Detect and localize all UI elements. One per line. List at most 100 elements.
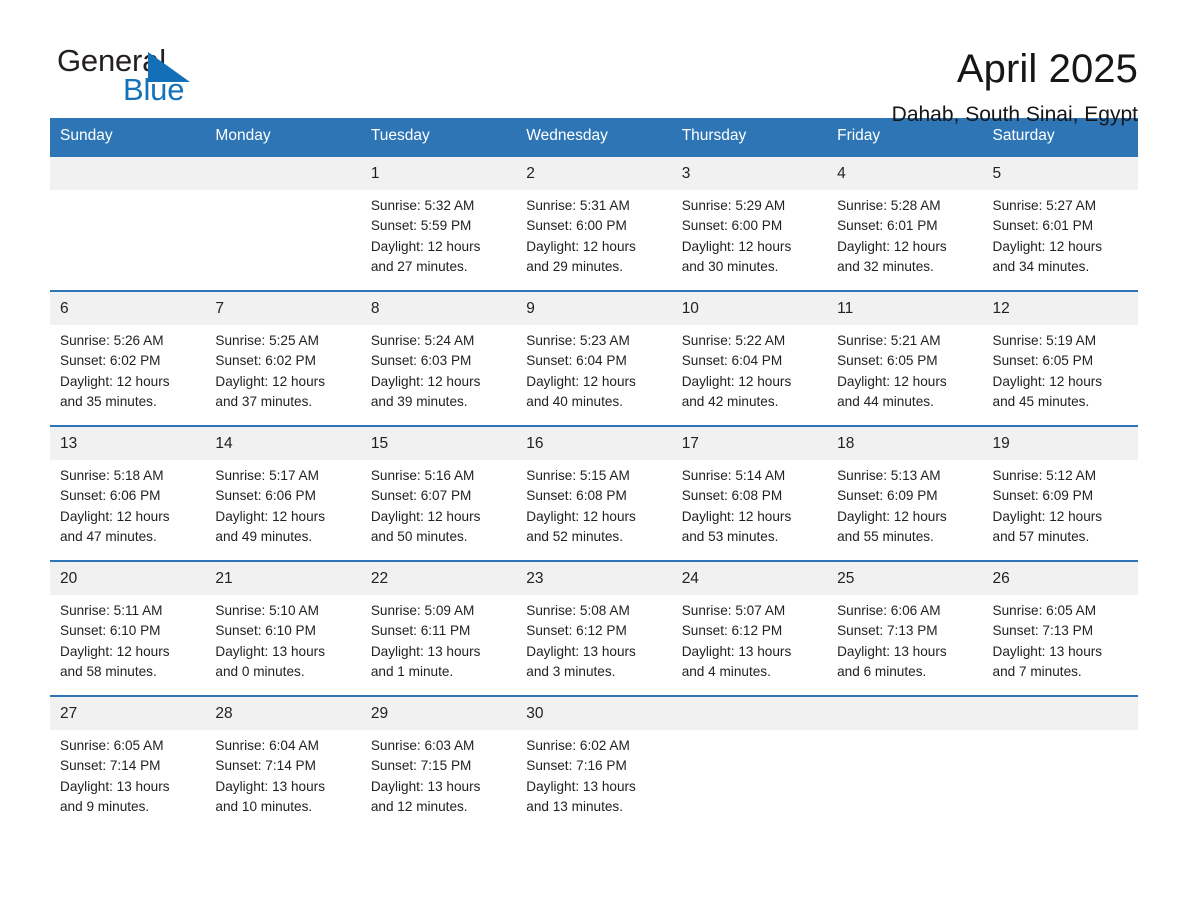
sunset-text: Sunset: 6:11 PM <box>370 623 471 639</box>
day-details: Sunrise: 5:32 AM Sunset: 5:59 PM Daylight:… <box>361 190 516 277</box>
day-cell[interactable]: 11 Sunrise: 5:21 AM Sunset: 6:05 PM Dayligh… <box>827 290 983 426</box>
sunrise-text: Sunrise: 5:29 AM <box>681 198 786 213</box>
daylight-text-line1: Daylight: 13 hours <box>526 643 636 659</box>
sunrise-text: Sunrise: 5:11 AM <box>60 603 163 618</box>
day-cell[interactable]: 3 Sunrise: 5:29 AM Sunset: 6:00 PM Daylight… <box>671 155 828 291</box>
day-cell[interactable]: 25 Sunrise: 6:06 AM Sunset: 7:13 PM Dayligh… <box>827 560 983 696</box>
sunset-text: Sunset: 5:59 PM <box>370 218 472 234</box>
sunrise-text: Sunrise: 5:23 AM <box>526 333 630 348</box>
daylight-text-line2: and 9 minutes. <box>60 798 150 814</box>
day-cell[interactable]: 2 Sunrise: 5:31 AM Sunset: 6:00 PM Daylight… <box>516 155 672 291</box>
day-number: 10 <box>671 292 828 325</box>
day-cell[interactable]: 9 Sunrise: 5:23 AM Sunset: 6:04 PM Daylight… <box>516 290 672 426</box>
day-cell[interactable]: 18 Sunrise: 5:13 AM Sunset: 6:09 PM Dayligh… <box>827 425 983 561</box>
day-cell[interactable]: 7 Sunrise: 5:25 AM Sunset: 6:02 PM Daylight… <box>205 290 361 426</box>
day-details: Sunrise: 5:08 AM Sunset: 6:12 PM Daylight:… <box>516 595 671 682</box>
sunset-text: Sunset: 6:04 PM <box>681 353 783 369</box>
day-details: Sunrise: 6:03 AM Sunset: 7:15 PM Daylight:… <box>361 730 516 817</box>
day-details: Sunrise: 5:13 AM Sunset: 6:09 PM Daylight:… <box>827 460 982 547</box>
day-cell-empty <box>50 155 206 291</box>
day-cell-empty <box>827 695 983 831</box>
daylight-text-line1: Daylight: 12 hours <box>370 373 481 389</box>
weekday-header-thursday: Thursday <box>671 118 828 156</box>
day-cell[interactable]: 29 Sunrise: 6:03 AM Sunset: 7:15 PM Dayligh… <box>360 695 517 831</box>
logo-text-blue: Blue <box>123 72 185 107</box>
daylight-text-line2: and 0 minutes. <box>215 663 305 679</box>
day-number: 22 <box>360 562 517 595</box>
day-cell[interactable]: 30 Sunrise: 6:02 AM Sunset: 7:16 PM Dayligh… <box>516 695 672 831</box>
day-details: Sunrise: 5:26 AM Sunset: 6:02 PM Daylight:… <box>50 325 205 412</box>
day-number: 14 <box>205 427 361 460</box>
day-number <box>982 697 1138 730</box>
day-number: 7 <box>205 292 361 325</box>
day-details: Sunrise: 5:29 AM Sunset: 6:00 PM Daylight:… <box>672 190 827 277</box>
day-cell[interactable]: 15 Sunrise: 5:16 AM Sunset: 6:07 PM Dayligh… <box>360 425 517 561</box>
day-cell[interactable]: 23 Sunrise: 5:08 AM Sunset: 6:12 PM Dayligh… <box>516 560 672 696</box>
day-number: 17 <box>671 427 828 460</box>
sunrise-text: Sunrise: 6:05 AM <box>60 738 164 753</box>
sunset-text: Sunset: 7:13 PM <box>992 623 1094 639</box>
day-cell[interactable]: 20 Sunrise: 5:11 AM Sunset: 6:10 PM Dayligh… <box>50 560 206 696</box>
day-cell[interactable]: 27 Sunrise: 6:05 AM Sunset: 7:14 PM Dayligh… <box>50 695 206 831</box>
daylight-text-line1: Daylight: 12 hours <box>215 508 325 524</box>
day-number: 2 <box>516 157 672 190</box>
day-cell[interactable]: 19 Sunrise: 5:12 AM Sunset: 6:09 PM Dayligh… <box>982 425 1138 561</box>
sunrise-text: Sunrise: 5:09 AM <box>370 603 475 618</box>
daylight-text-line2: and 44 minutes. <box>837 393 934 409</box>
sunrise-text: Sunrise: 5:16 AM <box>370 468 475 483</box>
day-cell-empty <box>205 155 361 291</box>
day-cell[interactable]: 28 Sunrise: 6:04 AM Sunset: 7:14 PM Dayligh… <box>205 695 361 831</box>
day-cell[interactable]: 17 Sunrise: 5:14 AM Sunset: 6:08 PM Dayligh… <box>671 425 828 561</box>
sunset-text: Sunset: 6:00 PM <box>526 218 627 234</box>
sunrise-text: Sunrise: 6:06 AM <box>837 603 941 618</box>
day-details: Sunrise: 5:09 AM Sunset: 6:11 PM Daylight:… <box>361 595 516 682</box>
day-number: 18 <box>827 427 983 460</box>
day-number: 4 <box>827 157 983 190</box>
sunset-text: Sunset: 6:01 PM <box>992 218 1094 234</box>
day-cell[interactable]: 1 Sunrise: 5:32 AM Sunset: 5:59 PM Daylight… <box>360 155 517 291</box>
daylight-text-line1: Daylight: 13 hours <box>681 643 792 659</box>
day-number: 6 <box>50 292 206 325</box>
day-cell[interactable]: 4 Sunrise: 5:28 AM Sunset: 6:01 PM Daylight… <box>827 155 983 291</box>
sunrise-text: Sunrise: 5:25 AM <box>215 333 319 348</box>
sunset-text: Sunset: 6:03 PM <box>370 353 472 369</box>
day-number <box>671 697 828 730</box>
day-cell[interactable]: 5 Sunrise: 5:27 AM Sunset: 6:01 PM Daylight… <box>982 155 1138 291</box>
daylight-text-line1: Daylight: 13 hours <box>215 778 325 794</box>
day-number <box>827 697 983 730</box>
day-cell[interactable]: 6 Sunrise: 5:26 AM Sunset: 6:02 PM Daylight… <box>50 290 206 426</box>
day-number: 12 <box>982 292 1138 325</box>
daylight-text-line1: Daylight: 13 hours <box>370 643 481 659</box>
day-cell[interactable]: 24 Sunrise: 5:07 AM Sunset: 6:12 PM Dayligh… <box>671 560 828 696</box>
day-number: 8 <box>360 292 517 325</box>
sunset-text: Sunset: 6:08 PM <box>681 488 783 504</box>
day-number: 30 <box>516 697 672 730</box>
sunset-text: Sunset: 6:08 PM <box>526 488 627 504</box>
day-cell[interactable]: 14 Sunrise: 5:17 AM Sunset: 6:06 PM Dayligh… <box>205 425 361 561</box>
day-details: Sunrise: 5:10 AM Sunset: 6:10 PM Daylight:… <box>205 595 360 682</box>
daylight-text-line1: Daylight: 12 hours <box>992 238 1103 254</box>
daylight-text-line1: Daylight: 12 hours <box>215 373 325 389</box>
day-cell-empty <box>671 695 828 831</box>
calendar-week-row: 6 Sunrise: 5:26 AM Sunset: 6:02 PM Daylight… <box>50 290 1138 426</box>
daylight-text-line1: Daylight: 12 hours <box>681 238 792 254</box>
day-cell[interactable]: 22 Sunrise: 5:09 AM Sunset: 6:11 PM Dayligh… <box>360 560 517 696</box>
day-cell[interactable]: 10 Sunrise: 5:22 AM Sunset: 6:04 PM Dayligh… <box>671 290 828 426</box>
day-cell[interactable]: 26 Sunrise: 6:05 AM Sunset: 7:13 PM Dayligh… <box>982 560 1138 696</box>
day-cell[interactable]: 13 Sunrise: 5:18 AM Sunset: 6:06 PM Dayligh… <box>50 425 206 561</box>
daylight-text-line2: and 6 minutes. <box>837 663 927 679</box>
day-number: 23 <box>516 562 672 595</box>
sunset-text: Sunset: 7:16 PM <box>526 758 627 774</box>
day-cell[interactable]: 16 Sunrise: 5:15 AM Sunset: 6:08 PM Dayligh… <box>516 425 672 561</box>
weekday-header-sunday: Sunday <box>50 118 206 156</box>
general-blue-logo[interactable]: General Blue <box>50 42 250 114</box>
day-cell[interactable]: 12 Sunrise: 5:19 AM Sunset: 6:05 PM Dayligh… <box>982 290 1138 426</box>
day-cell[interactable]: 21 Sunrise: 5:10 AM Sunset: 6:10 PM Dayligh… <box>205 560 361 696</box>
sunset-text: Sunset: 6:07 PM <box>370 488 472 504</box>
daylight-text-line2: and 1 minute. <box>370 663 454 679</box>
sunrise-text: Sunrise: 5:08 AM <box>526 603 630 618</box>
day-cell[interactable]: 8 Sunrise: 5:24 AM Sunset: 6:03 PM Daylight… <box>360 290 517 426</box>
weekday-header-monday: Monday <box>205 118 361 156</box>
daylight-text-line1: Daylight: 12 hours <box>526 373 636 389</box>
daylight-text-line2: and 3 minutes. <box>526 663 616 679</box>
